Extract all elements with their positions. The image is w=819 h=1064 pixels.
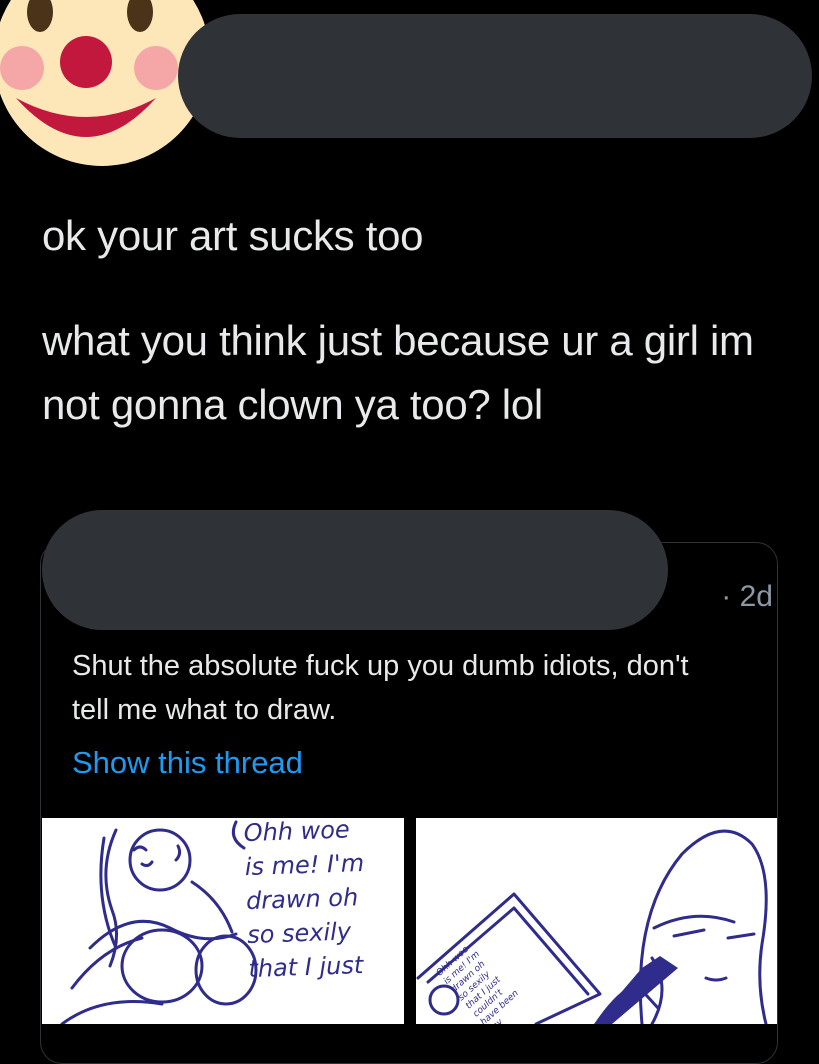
quoted-tweet-text: Shut the absolute fuck up you dumb idiot… [72,650,689,726]
comic-caption-left: Ohh woe is me! I'm drawn oh so sexily th… [243,818,365,984]
comic-image-left[interactable]: Ohh woe is me! I'm drawn oh so sexily th… [42,818,404,1024]
reply-text-line-2: what you think just because ur a girl im… [42,317,754,428]
show-thread-link[interactable]: Show this thread [72,745,303,781]
redacted-username [178,14,812,138]
reply-text-line-1: ok your art sucks too [42,212,424,259]
quoted-tweet-timestamp: · 2d [721,580,773,613]
comic-image-right[interactable]: Ohh woe is me! I'm drawn oh so sexily th… [416,818,777,1024]
redacted-quoted-author [42,510,668,630]
